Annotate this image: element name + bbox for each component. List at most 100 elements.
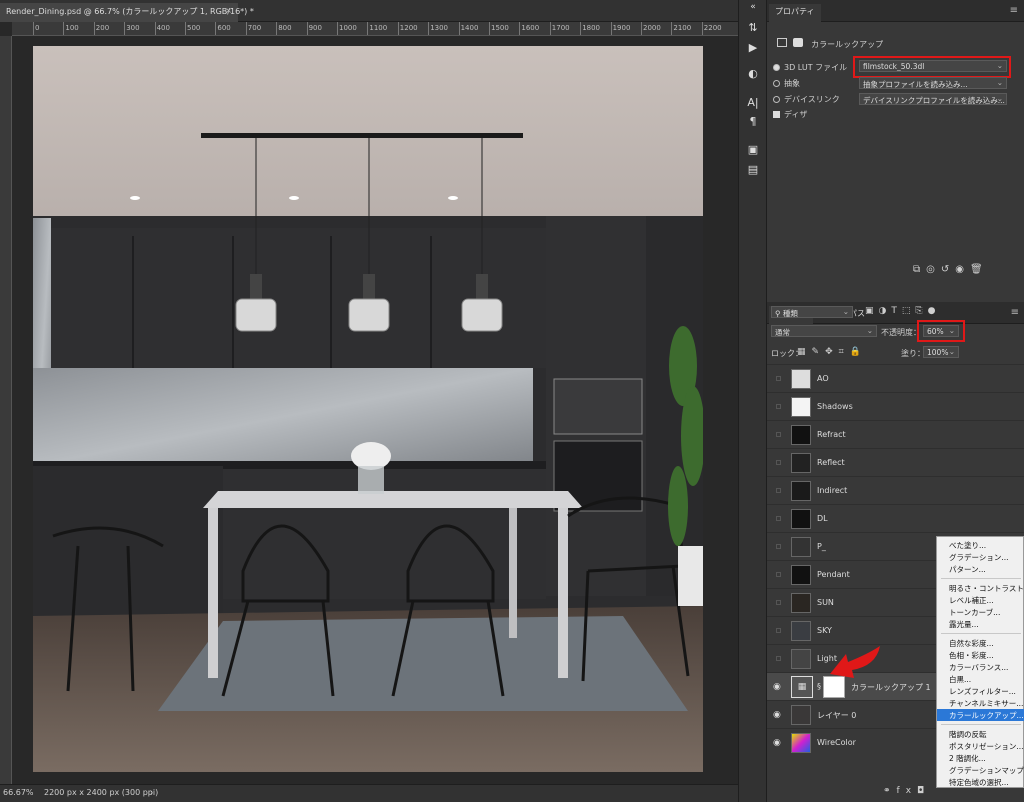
menu-item-photo-filter[interactable]: レンズフィルター... xyxy=(937,685,1024,697)
collapse-icon[interactable]: « xyxy=(745,2,761,12)
layer-row-reflect[interactable]: Reflect xyxy=(767,448,1024,476)
clip-icon[interactable]: ⧉ xyxy=(913,264,926,275)
ruler-tick-label: 1900 xyxy=(612,24,631,32)
menu-item-exposure[interactable]: 露光量... xyxy=(937,618,1024,630)
lock-position-icon[interactable]: ✥ xyxy=(825,347,839,357)
visibility-toggle[interactable] xyxy=(776,432,781,437)
properties-menu-icon[interactable]: ≡ xyxy=(1010,5,1018,16)
fx-icon[interactable]: fx xyxy=(897,786,918,796)
ruler-tick-label: 1400 xyxy=(460,24,479,32)
visibility-toggle[interactable] xyxy=(776,544,781,549)
fill-input[interactable]: 100% ⌄ xyxy=(923,346,959,358)
menu-item-black-white[interactable]: 白黒... xyxy=(937,673,1024,685)
layer-thumbnail xyxy=(791,425,811,445)
zoom-level[interactable]: 66.67% xyxy=(3,788,34,797)
blend-mode-dropdown[interactable]: 通常 ⌄ xyxy=(771,325,877,337)
visibility-toggle[interactable] xyxy=(776,600,781,605)
pixel-filter-icon[interactable]: ▣ xyxy=(865,306,879,316)
horizontal-ruler[interactable]: 0 100 200 300 400 500 600 700 800 900 1000 1100 1200… xyxy=(12,22,738,36)
devicelink-option[interactable]: デバイスリンク xyxy=(773,94,840,105)
devicelink-dropdown[interactable]: デバイスリンクプロファイルを読み込み... ⌄ xyxy=(859,93,1007,105)
menu-item-gradient[interactable]: グラデーション... xyxy=(937,551,1024,563)
close-tab-icon[interactable]: × xyxy=(225,6,232,15)
mask-icon[interactable] xyxy=(792,38,803,47)
tab-properties[interactable]: プロパティ xyxy=(769,4,821,22)
link-layers-icon[interactable]: ⚭ xyxy=(883,786,897,796)
eye-icon[interactable]: ◉ xyxy=(955,264,970,275)
layer-comp-icon[interactable]: ▣ xyxy=(745,142,761,158)
layer-name: WireColor xyxy=(817,738,856,747)
layer-row-dl[interactable]: DL xyxy=(767,504,1024,532)
eye-icon[interactable]: ◉ xyxy=(773,710,785,720)
menu-item-color-lookup[interactable]: カラールックアップ... xyxy=(937,709,1024,721)
visibility-toggle-icon[interactable]: ◎ xyxy=(926,264,941,275)
menu-item-levels[interactable]: レベル補正... xyxy=(937,594,1024,606)
menu-item-color-balance[interactable]: カラーバランス... xyxy=(937,661,1024,673)
visibility-toggle[interactable] xyxy=(776,516,781,521)
menu-item-selective-color[interactable]: 特定色域の選択... xyxy=(937,776,1024,788)
paragraph-icon[interactable]: ¶ xyxy=(745,114,761,130)
red-arrow-icon xyxy=(828,644,884,682)
menu-item-channel-mixer[interactable]: チャンネルミキサー... xyxy=(937,697,1024,709)
layer-row-ao[interactable]: AO xyxy=(767,364,1024,392)
ruler-tick-label: 900 xyxy=(308,24,322,32)
history-icon[interactable]: ⇅ xyxy=(745,20,761,36)
document-info[interactable]: 2200 px x 2400 px (300 ppi) xyxy=(44,788,158,797)
lock-image-icon[interactable]: ✎ xyxy=(812,347,826,357)
layer-row-indirect[interactable]: Indirect xyxy=(767,476,1024,504)
dither-checkbox[interactable] xyxy=(773,111,780,118)
trash-icon[interactable]: 🗑 xyxy=(970,264,989,275)
adjustment-filter-icon[interactable]: ◑ xyxy=(879,306,892,316)
document-tab[interactable]: Render_Dining.psd @ 66.7% (カラールックアップ 1, … xyxy=(0,3,254,22)
menu-item-gradient-map[interactable]: グラデーションマップ... xyxy=(937,764,1024,776)
layer-row-shadows[interactable]: Shadows xyxy=(767,392,1024,420)
color-swatch-icon[interactable]: ◐ xyxy=(745,66,761,82)
note-icon[interactable]: ▤ xyxy=(745,162,761,178)
visibility-toggle[interactable] xyxy=(776,572,781,577)
menu-item-brightness-contrast[interactable]: 明るさ・コントラスト... xyxy=(937,582,1024,594)
devicelink-radio-icon[interactable] xyxy=(773,96,780,103)
layers-menu-icon[interactable]: ≡ xyxy=(1011,307,1019,318)
abstract-radio-icon[interactable] xyxy=(773,80,780,87)
menu-item-posterize[interactable]: ポスタリゼーション... xyxy=(937,740,1024,752)
add-mask-icon[interactable]: ◘ xyxy=(917,786,930,796)
menu-item-hue-saturation[interactable]: 色相・彩度... xyxy=(937,649,1024,661)
menu-item-curves[interactable]: トーンカーブ... xyxy=(937,606,1024,618)
vertical-ruler[interactable] xyxy=(0,36,12,784)
menu-item-vibrance[interactable]: 自然な彩度... xyxy=(937,637,1024,649)
visibility-toggle[interactable] xyxy=(776,656,781,661)
abstract-dropdown[interactable]: 抽象プロファイルを読み込み... ⌄ xyxy=(859,77,1007,89)
reset-icon[interactable]: ↺ xyxy=(941,264,955,275)
eye-icon[interactable]: ◉ xyxy=(773,738,785,748)
visibility-toggle[interactable] xyxy=(776,376,781,381)
visibility-toggle[interactable] xyxy=(776,628,781,633)
shape-filter-icon[interactable]: ⬚ xyxy=(902,306,916,316)
lock-transparency-icon[interactable]: ▦ xyxy=(797,347,812,357)
lut-file-option[interactable]: 3D LUT ファイル xyxy=(773,62,847,73)
lock-all-icon[interactable]: 🔒 xyxy=(850,347,867,357)
type-filter-icon[interactable]: T xyxy=(891,306,902,316)
dither-option[interactable]: ディザ xyxy=(773,109,807,120)
lut-file-label: 3D LUT ファイル xyxy=(784,63,848,72)
layer-name: Pendant xyxy=(817,570,850,579)
play-icon[interactable]: ▶ xyxy=(745,40,761,56)
status-chevron-icon[interactable]: › xyxy=(150,788,153,797)
menu-item-solid-color[interactable]: べた塗り... xyxy=(937,539,1024,551)
filter-toggle-icon[interactable]: ● xyxy=(928,306,941,316)
menu-item-invert[interactable]: 階調の反転 xyxy=(937,728,1024,740)
visibility-toggle[interactable] xyxy=(776,488,781,493)
abstract-option[interactable]: 抽象 xyxy=(773,78,800,89)
visibility-toggle[interactable] xyxy=(776,404,781,409)
lock-artboard-icon[interactable]: ⌗ xyxy=(839,347,850,357)
menu-item-pattern[interactable]: パターン... xyxy=(937,563,1024,575)
layer-row-refract[interactable]: Refract xyxy=(767,420,1024,448)
canvas-image[interactable] xyxy=(33,46,703,772)
link-icon[interactable]: § xyxy=(817,682,821,691)
layer-filter-dropdown[interactable]: ⚲ 種類 ⌄ xyxy=(771,306,853,318)
visibility-toggle[interactable] xyxy=(776,460,781,465)
menu-item-threshold[interactable]: 2 階調化... xyxy=(937,752,1024,764)
lut-radio-icon[interactable] xyxy=(773,64,780,71)
smart-object-filter-icon[interactable]: ⎘ xyxy=(915,306,927,316)
eye-icon[interactable]: ◉ xyxy=(773,682,785,692)
character-icon[interactable]: A| xyxy=(745,95,761,111)
